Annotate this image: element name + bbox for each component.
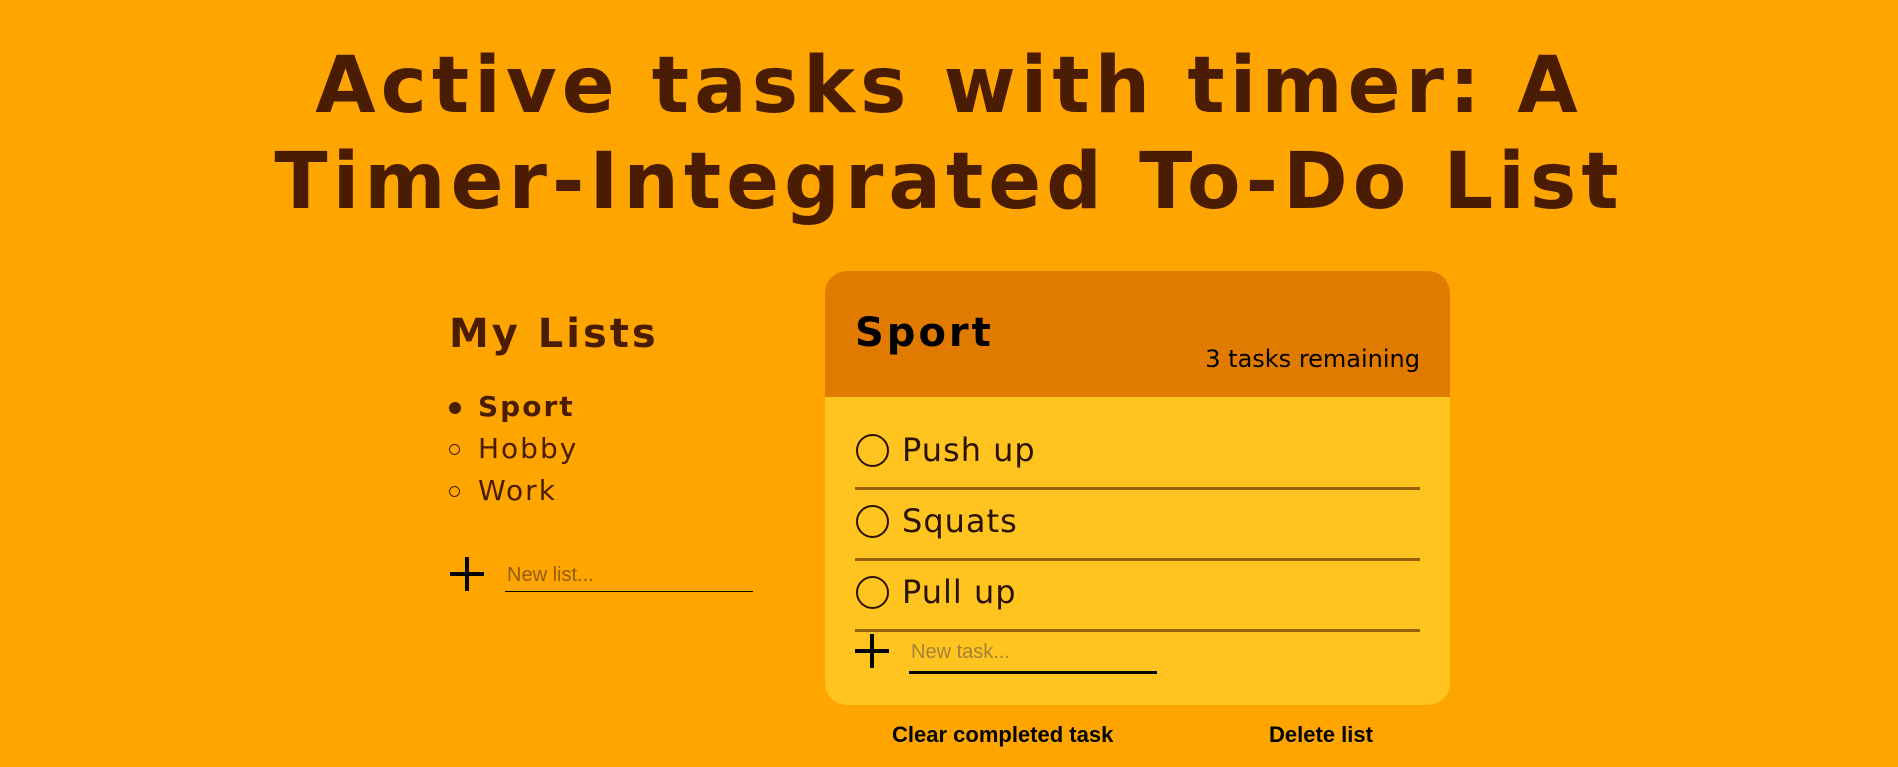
todo-card: Sport 3 tasks remaining Push up Squats P… (825, 271, 1450, 705)
circle-checkbox-icon[interactable] (856, 505, 889, 538)
list-item-label: Work (478, 474, 557, 507)
list-item-hobby[interactable]: Hobby (449, 428, 769, 470)
page-title-line-2: Timer-Integrated To-Do List (274, 137, 1624, 227)
lists-heading: My Lists (449, 311, 659, 357)
new-list-form (449, 552, 759, 602)
task-item[interactable]: Squats (855, 492, 1420, 561)
clear-completed-button[interactable]: Clear completed task (892, 720, 1113, 750)
page-title-line-1: Active tasks with timer: A (315, 41, 1583, 131)
filled-bullet-icon (449, 402, 461, 414)
list-title: Sport (855, 310, 994, 356)
task-item[interactable]: Push up (855, 421, 1420, 490)
task-list: Push up Squats Pull up (855, 421, 1420, 634)
todo-header: Sport 3 tasks remaining (825, 271, 1450, 397)
delete-list-button[interactable]: Delete list (1269, 720, 1373, 750)
task-label: Pull up (902, 573, 1017, 611)
lists-panel: My Lists Sport Hobby Work (449, 306, 769, 592)
circle-checkbox-icon[interactable] (856, 576, 889, 609)
hollow-bullet-icon (449, 486, 460, 497)
list-item-work[interactable]: Work (449, 470, 769, 512)
hollow-bullet-icon (449, 444, 460, 455)
new-task-form (855, 634, 1420, 684)
list-item-sport[interactable]: Sport (449, 386, 769, 428)
new-list-input[interactable] (505, 560, 753, 592)
task-label: Squats (902, 502, 1018, 540)
page-title: Active tasks with timer: A Timer-Integra… (0, 38, 1898, 230)
list-item-label: Sport (478, 390, 575, 423)
circle-checkbox-icon[interactable] (856, 434, 889, 467)
plus-icon[interactable] (855, 634, 889, 668)
task-item[interactable]: Pull up (855, 563, 1420, 632)
task-count: 3 tasks remaining (1205, 345, 1420, 373)
list-items: Sport Hobby Work (449, 386, 769, 512)
new-task-input[interactable] (909, 634, 1157, 674)
list-item-label: Hobby (478, 432, 579, 465)
task-label: Push up (902, 431, 1036, 469)
plus-icon[interactable] (450, 557, 484, 591)
